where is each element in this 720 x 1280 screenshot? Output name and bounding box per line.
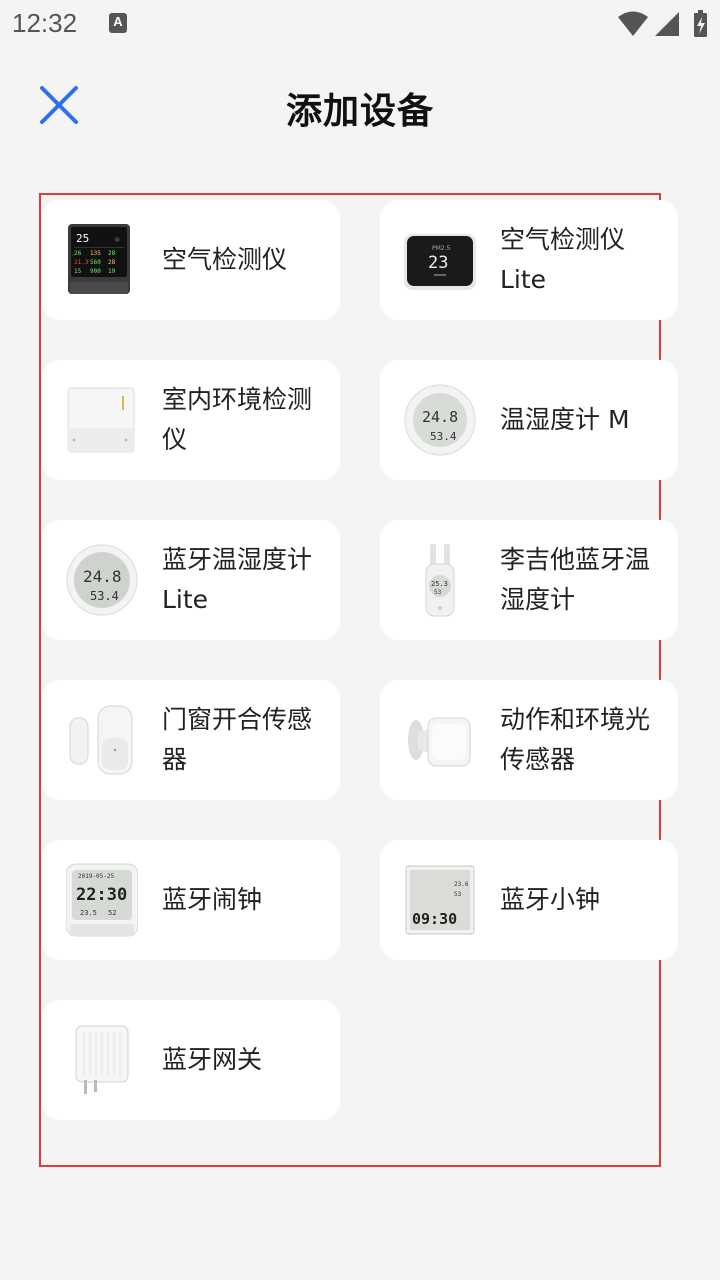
- device-card-air-monitor-lite[interactable]: PM2.5 23 空气检测仪 Lite: [380, 200, 678, 320]
- device-card-lee-guitar-thermo-hygrometer[interactable]: 25.3 53 李吉他蓝牙温湿度计: [380, 520, 678, 640]
- svg-text:☼: ☼: [114, 236, 120, 244]
- door-window-sensor-icon: [69, 705, 133, 775]
- device-card-bluetooth-small-clock[interactable]: 23.6 53 09:30 蓝牙小钟: [380, 840, 678, 960]
- svg-text:21.3: 21.3: [74, 259, 89, 266]
- device-card-bluetooth-gateway[interactable]: 蓝牙网关: [42, 1000, 340, 1120]
- svg-text:53.4: 53.4: [90, 589, 119, 603]
- svg-text:135: 135: [90, 250, 101, 257]
- air-monitor-lite-icon: PM2.5 23: [404, 234, 476, 290]
- device-card-indoor-environment-monitor[interactable]: 室内环境检测仪: [42, 360, 340, 480]
- svg-text:26: 26: [74, 250, 82, 257]
- wifi-icon: [618, 11, 648, 36]
- svg-text:900: 900: [90, 268, 101, 275]
- device-card-bluetooth-thermo-hygrometer-lite[interactable]: 24.8 53.4 蓝牙温湿度计 Lite: [42, 520, 340, 640]
- device-name: 门窗开合传感器: [162, 705, 313, 774]
- svg-text:23.5: 23.5: [80, 909, 97, 917]
- device-card-door-window-sensor[interactable]: 门窗开合传感器: [42, 680, 340, 800]
- svg-text:19: 19: [108, 268, 116, 275]
- device-name: 动作和环境光传感器: [500, 705, 651, 774]
- status-time: 12:32: [12, 8, 78, 38]
- svg-text:2019-05-25: 2019-05-25: [78, 873, 115, 880]
- status-icons: [618, 10, 707, 37]
- device-card-motion-light-sensor[interactable]: 动作和环境光传感器: [380, 680, 678, 800]
- device-name: 蓝牙网关: [162, 1045, 263, 1074]
- svg-text:22:30: 22:30: [76, 885, 127, 905]
- svg-text:560: 560: [90, 259, 101, 266]
- air-monitor-icon: 25 ☼ 26 135 28 21.3 560 28 15 900 19: [68, 224, 130, 294]
- device-name: 空气检测仪 Lite: [500, 225, 626, 294]
- status-bar: 12:32 A: [0, 0, 720, 50]
- svg-text:53: 53: [434, 589, 442, 596]
- device-name: 蓝牙闹钟: [162, 885, 263, 914]
- device-card-thermo-hygrometer-m[interactable]: 24.8 53.4 温湿度计 M: [380, 360, 678, 480]
- device-name: 室内环境检测仪: [162, 385, 313, 454]
- svg-text:53.4: 53.4: [430, 430, 457, 443]
- bluetooth-gateway-icon: [75, 1025, 129, 1094]
- svg-text:09:30: 09:30: [412, 910, 457, 928]
- svg-text:28: 28: [108, 250, 116, 257]
- bluetooth-thermo-hygrometer-lite-icon: 24.8 53.4: [66, 544, 138, 616]
- page-title: 添加设备: [285, 91, 434, 132]
- svg-text:28: 28: [108, 259, 116, 266]
- svg-text:23.6: 23.6: [454, 881, 469, 888]
- header: 添加设备: [0, 62, 720, 146]
- svg-text:PM2.5: PM2.5: [432, 245, 451, 252]
- svg-text:53: 53: [454, 891, 462, 898]
- bluetooth-alarm-clock-icon: 2019-05-25 22:30 23.5 52: [66, 863, 138, 937]
- device-name: 蓝牙温湿度计 Lite: [162, 545, 313, 614]
- signal-icon: [655, 12, 679, 36]
- device-card-bluetooth-alarm-clock[interactable]: 2019-05-25 22:30 23.5 52 蓝牙闹钟: [42, 840, 340, 960]
- device-name: 空气检测仪: [162, 245, 288, 274]
- motion-light-sensor-icon: [408, 717, 471, 767]
- svg-text:15: 15: [74, 268, 82, 275]
- indoor-environment-monitor-icon: [67, 387, 135, 453]
- device-name: 温湿度计 M: [500, 405, 630, 434]
- svg-text:25.3: 25.3: [431, 580, 448, 588]
- notification-icon: A: [109, 13, 127, 33]
- device-name: 李吉他蓝牙温湿度计: [500, 545, 651, 614]
- svg-text:24.8: 24.8: [83, 567, 122, 586]
- thermo-hygrometer-m-icon: 24.8 53.4: [404, 384, 476, 456]
- device-card-air-monitor[interactable]: 25 ☼ 26 135 28 21.3 560 28 15 900 19 空气检…: [42, 200, 340, 320]
- svg-text:25: 25: [76, 232, 89, 245]
- svg-text:52: 52: [108, 909, 116, 917]
- svg-text:23: 23: [428, 253, 448, 273]
- device-name: 蓝牙小钟: [500, 885, 601, 914]
- svg-text:24.8: 24.8: [422, 408, 458, 426]
- battery-charging-icon: [694, 10, 707, 37]
- lee-guitar-thermo-hygrometer-icon: 25.3 53: [425, 544, 455, 617]
- bluetooth-small-clock-icon: 23.6 53 09:30: [405, 865, 475, 935]
